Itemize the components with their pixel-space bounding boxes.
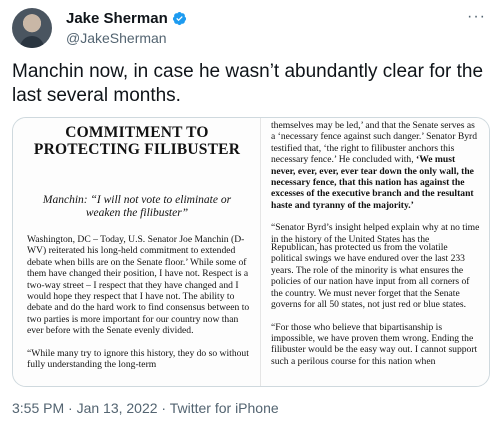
right-body: themselves may be led,’ and that the Sen… [271,120,481,378]
document-subtitle: Manchin: “I will not vote to eliminate o… [42,194,232,219]
verified-badge-icon [172,11,187,26]
tweet-timestamp[interactable]: 3:55 PM · Jan 13, 2022 · Twitter for iPh… [12,400,279,416]
right-overlap-text: Republican, has protected us from the vo… [271,242,448,254]
press-release-document: COMMITMENT TO PROTECTING FILIBUSTER Manc… [13,118,489,386]
right-paragraph: themselves may be led,’ and that the Sen… [271,120,481,211]
left-column: COMMITMENT TO PROTECTING FILIBUSTER Manc… [27,118,249,386]
avatar[interactable] [12,8,52,48]
document-title: COMMITMENT TO PROTECTING FILIBUSTER [33,124,241,158]
tweet-text: Manchin now, in case he wasn’t abundantl… [12,61,484,106]
column-divider [260,118,261,386]
left-paragraph: “While many try to ignore this history, … [27,347,249,371]
tweet-header: Jake Sherman @JakeSherman ··· [10,8,490,50]
right-column: themselves may be led,’ and that the Sen… [271,118,481,386]
attached-image[interactable]: COMMITMENT TO PROTECTING FILIBUSTER Manc… [12,117,490,387]
more-options-icon[interactable]: ··· [467,8,486,26]
left-body: Washington, DC – Today, U.S. Senator Joe… [27,234,253,381]
left-paragraph: Washington, DC – Today, U.S. Senator Joe… [27,234,250,337]
author-name[interactable]: Jake Sherman [66,10,168,27]
author-handle[interactable]: @JakeSherman [66,30,167,46]
right-paragraph: political swings we have endured over th… [271,253,470,311]
right-paragraph: “For those who believe that bipartisansh… [271,321,478,367]
